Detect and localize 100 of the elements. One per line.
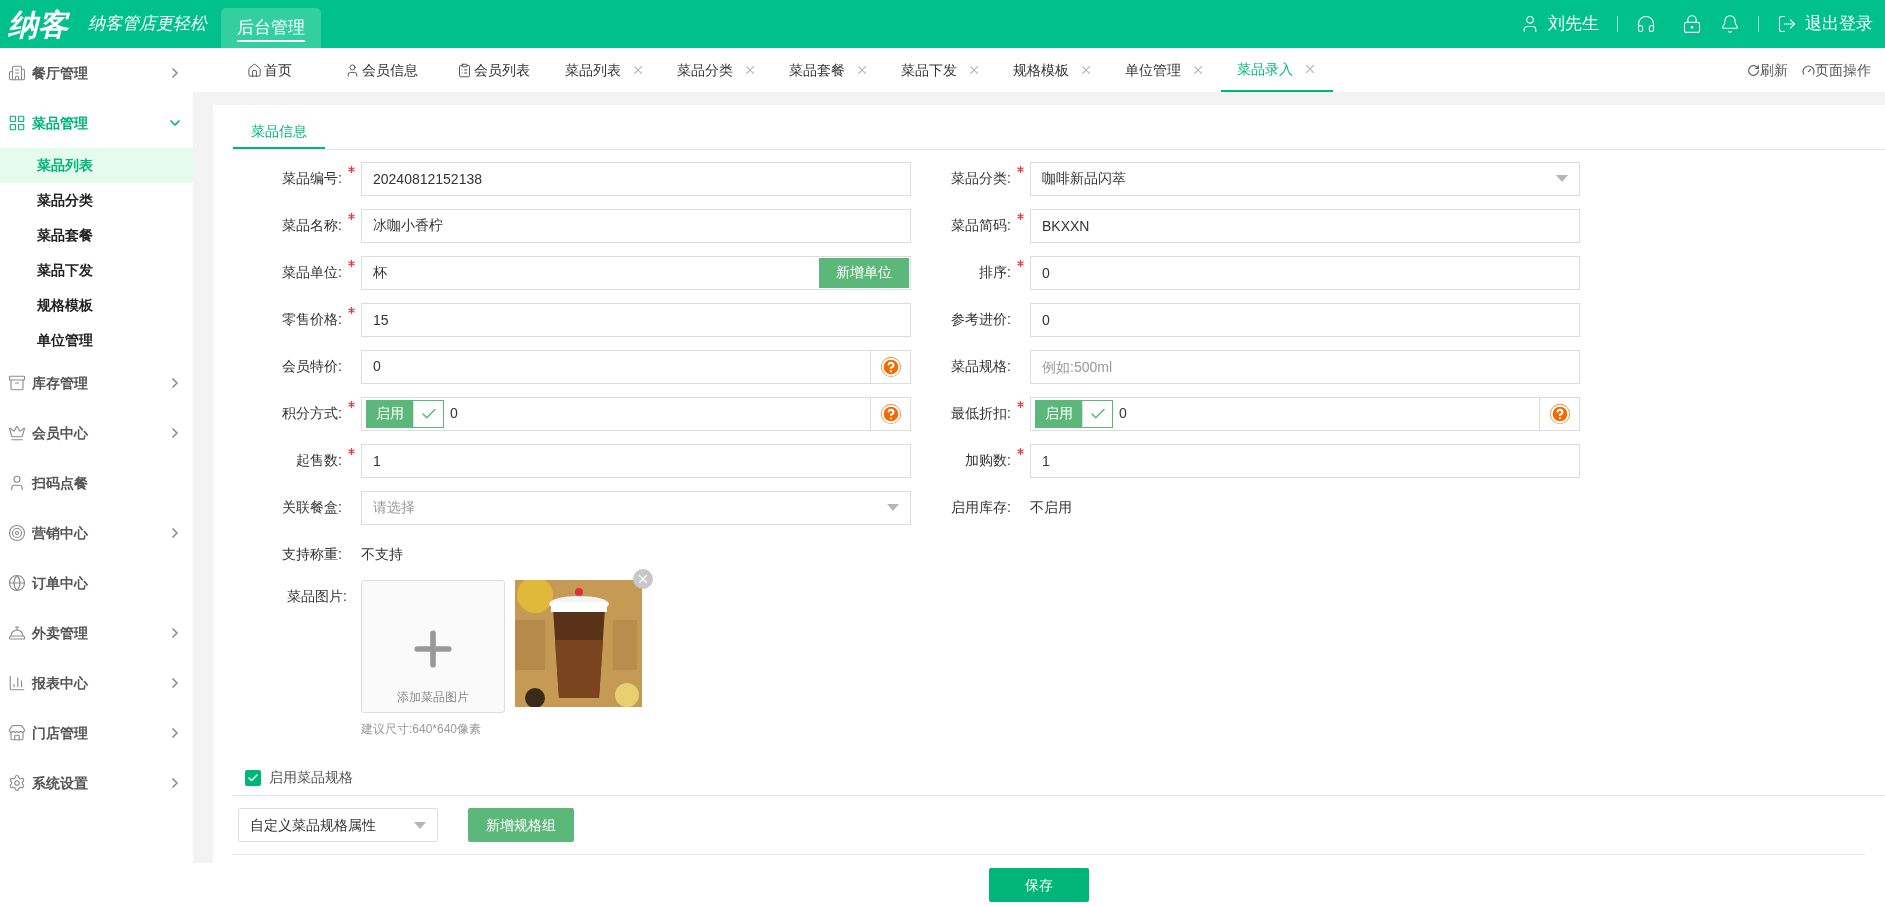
spec-select[interactable]: 自定义菜品规格属性: [238, 808, 438, 842]
page-actions-button[interactable]: 页面操作: [1802, 48, 1871, 92]
sidebar-item[interactable]: 餐厅管理: [0, 48, 193, 98]
user-icon: [344, 62, 360, 78]
page-tab[interactable]: 菜品套餐: [773, 48, 885, 92]
target-icon: [8, 524, 26, 542]
field-value: 杯: [373, 263, 387, 282]
slogan: 纳客管店更轻松: [88, 12, 207, 36]
field-label: 零售价格:: [282, 310, 342, 329]
bar-chart-icon: [8, 674, 26, 692]
select-field[interactable]: 咖啡新品闪萃: [1030, 161, 1580, 196]
page-tab[interactable]: 会员信息: [325, 48, 437, 92]
sidebar-subitem[interactable]: 菜品套餐: [0, 218, 193, 253]
close-icon[interactable]: [1303, 62, 1317, 76]
clipboard-icon: [456, 62, 472, 78]
input-field[interactable]: BKXXN: [1030, 208, 1580, 243]
page-tab[interactable]: 首页: [213, 48, 325, 92]
sidebar-item[interactable]: 外卖管理: [0, 608, 193, 658]
page-tab[interactable]: 会员列表: [437, 48, 549, 92]
close-icon[interactable]: [633, 569, 653, 589]
input-field[interactable]: 例如:500ml: [1030, 349, 1580, 384]
field-label: 菜品分类:: [951, 169, 1011, 188]
sidebar-item[interactable]: 会员中心: [0, 408, 193, 458]
bell-icon[interactable]: [1720, 14, 1740, 34]
sidebar-item[interactable]: 库存管理: [0, 358, 193, 408]
logout-icon[interactable]: [1777, 14, 1797, 34]
field-label: 参考进价:: [951, 310, 1011, 329]
size-hint: 建议尺寸:640*640像素: [361, 721, 483, 738]
close-icon[interactable]: [967, 63, 981, 77]
checkbox-label: 启用菜品规格: [269, 768, 353, 787]
field-value: 不启用: [1030, 498, 1072, 517]
sidebar-item[interactable]: 订单中心: [0, 558, 193, 608]
field-label: 最低折扣:: [951, 404, 1011, 423]
bell-icon: [8, 624, 26, 642]
input-field[interactable]: 启用 0: [1030, 396, 1580, 431]
field-value: 0: [373, 358, 381, 374]
sidebar-subitem[interactable]: 单位管理: [0, 323, 193, 358]
sidebar-item[interactable]: 营销中心: [0, 508, 193, 558]
input-field[interactable]: 1: [361, 443, 911, 478]
input-field[interactable]: 0: [361, 349, 911, 384]
sidebar-item[interactable]: 门店管理: [0, 708, 193, 758]
check-icon: [247, 771, 259, 784]
page-tab[interactable]: 菜品下发: [885, 48, 997, 92]
help-icon[interactable]: [1549, 403, 1570, 424]
close-icon[interactable]: [1079, 63, 1093, 77]
sidebar-subitem[interactable]: 菜品下发: [0, 253, 193, 288]
input-field[interactable]: 0: [1030, 302, 1580, 337]
field-label: 菜品编号:: [282, 169, 342, 188]
home-icon: [246, 62, 262, 78]
field-label: 菜品规格:: [951, 357, 1011, 376]
field-label: 加购数:: [965, 451, 1011, 470]
help-icon[interactable]: [880, 403, 901, 424]
gauge-icon: [1802, 63, 1815, 77]
input-field[interactable]: 1: [1030, 443, 1580, 478]
page-tab[interactable]: 菜品列表: [549, 48, 661, 92]
store-icon: [8, 724, 26, 742]
sidebar-subitem[interactable]: 菜品分类: [0, 183, 193, 218]
field-value: 0: [450, 405, 458, 421]
lock-icon[interactable]: [1682, 14, 1702, 34]
input-field[interactable]: 20240812152138: [361, 161, 911, 196]
page-tab[interactable]: 规格模板: [997, 48, 1109, 92]
input-field[interactable]: 冰咖小香柠: [361, 208, 911, 243]
page-tab[interactable]: 单位管理: [1109, 48, 1221, 92]
input-field[interactable]: 杯 新增单位: [361, 255, 911, 290]
input-field[interactable]: 15: [361, 302, 911, 337]
refresh-button[interactable]: 刷新: [1747, 48, 1788, 92]
field-label: 起售数:: [296, 451, 342, 470]
field-label: 菜品图片:: [287, 587, 347, 606]
close-icon[interactable]: [631, 63, 645, 77]
field-label: 积分方式:: [282, 404, 342, 423]
caret-icon: [414, 821, 426, 829]
sidebar-subitem[interactable]: 规格模板: [0, 288, 193, 323]
field-label: 菜品简码:: [951, 216, 1011, 235]
crown-icon: [8, 424, 26, 442]
globe-icon: [8, 574, 26, 592]
sidebar-item[interactable]: 报表中心: [0, 658, 193, 708]
help-icon[interactable]: [880, 356, 901, 377]
sidebar-item[interactable]: 系统设置: [0, 758, 193, 808]
field-value: 不支持: [361, 545, 403, 564]
page-tab[interactable]: 菜品分类: [661, 48, 773, 92]
input-field[interactable]: 0: [1030, 255, 1580, 290]
close-icon[interactable]: [855, 63, 869, 77]
input-field[interactable]: 启用 0: [361, 396, 911, 431]
field-label: 菜品单位:: [282, 263, 342, 282]
building-icon: [8, 64, 26, 82]
field-label: 关联餐盒:: [282, 498, 342, 517]
sidebar-item[interactable]: 扫码点餐: [0, 458, 193, 508]
field-label: 菜品名称:: [282, 216, 342, 235]
archive-icon: [8, 374, 26, 392]
user-icon: [8, 474, 26, 492]
checkbox[interactable]: [245, 769, 261, 786]
field-label: 会员特价:: [282, 357, 342, 376]
close-icon[interactable]: [743, 63, 757, 77]
refresh-icon: [1747, 63, 1760, 77]
caret-icon: [1556, 175, 1568, 182]
close-icon[interactable]: [1191, 63, 1205, 77]
image-upload[interactable]: 添加菜品图片: [361, 580, 505, 713]
field-value: 0: [1119, 405, 1127, 421]
headset-icon[interactable]: [1636, 14, 1656, 34]
field-label: 启用库存:: [951, 498, 1011, 517]
